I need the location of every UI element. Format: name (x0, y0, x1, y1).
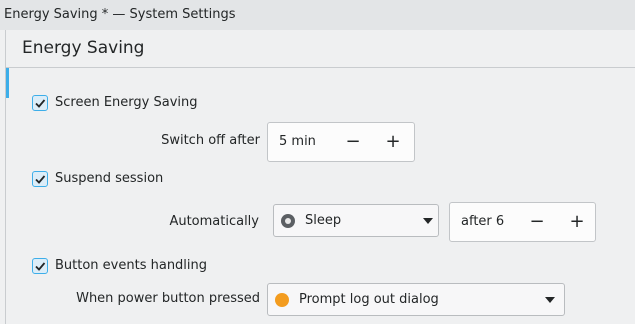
suspend-action-value: Sleep (305, 213, 342, 228)
page-title: Energy Saving (22, 38, 145, 58)
switch-off-spinbox[interactable]: 5 min − + (267, 122, 415, 162)
switch-off-value[interactable]: 5 min (279, 134, 316, 149)
suspend-session-checkbox[interactable] (32, 171, 48, 187)
plus-icon[interactable]: + (566, 211, 588, 233)
window-title: Energy Saving * — System Settings (4, 7, 236, 22)
automatically-label: Automatically (169, 214, 259, 229)
minus-icon[interactable]: − (526, 211, 548, 233)
chevron-down-icon (545, 297, 555, 303)
screen-energy-saving-checkbox[interactable] (32, 95, 48, 111)
suspend-after-value[interactable]: after 6 (461, 214, 504, 229)
power-button-label: When power button pressed (76, 291, 260, 306)
checkmark-icon (35, 262, 46, 271)
sidebar-selection-indicator (6, 68, 9, 98)
window-titlebar: Energy Saving * — System Settings (0, 0, 635, 30)
chevron-down-icon (423, 218, 433, 224)
suspend-action-dropdown[interactable]: Sleep (273, 204, 439, 237)
page-header: Energy Saving (6, 30, 635, 68)
checkmark-icon (35, 175, 46, 184)
plus-icon[interactable]: + (382, 131, 404, 153)
switch-off-after-label: Switch off after (161, 133, 260, 148)
checkmark-icon (35, 99, 46, 108)
button-events-checkbox[interactable] (32, 258, 48, 274)
screen-energy-saving-label[interactable]: Screen Energy Saving (55, 95, 198, 110)
minus-icon[interactable]: − (342, 131, 364, 153)
logout-icon (275, 293, 289, 307)
power-button-dropdown[interactable]: Prompt log out dialog (267, 283, 565, 316)
suspend-session-label[interactable]: Suspend session (55, 171, 163, 186)
settings-panel: Energy Saving Screen Energy Saving Switc… (5, 30, 635, 324)
suspend-after-spinbox[interactable]: after 6 − + (449, 202, 596, 242)
button-events-label[interactable]: Button events handling (55, 258, 207, 273)
power-button-value: Prompt log out dialog (299, 292, 439, 307)
sleep-icon (281, 214, 295, 228)
